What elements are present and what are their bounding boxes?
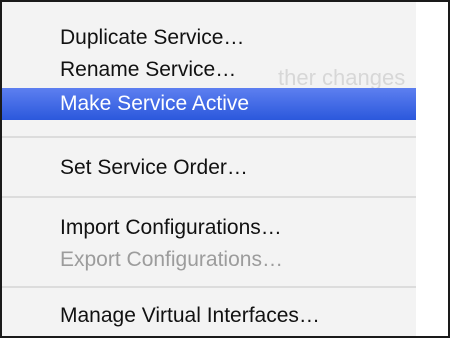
menu-item-set-service-order[interactable]: Set Service Order… xyxy=(2,152,416,184)
screenshot-frame: ther changes Duplicate Service… Rename S… xyxy=(0,0,450,338)
menu-item-export-configurations: Export Configurations… xyxy=(60,248,283,271)
menu-separator xyxy=(2,286,416,288)
menu-item-import-configurations[interactable]: Import Configurations… xyxy=(2,212,416,244)
menu-item-rename-service[interactable]: Rename Service… xyxy=(2,54,416,86)
menu-item-make-service-active[interactable]: Make Service Active xyxy=(2,88,416,120)
menu-separator xyxy=(2,136,416,138)
menu-item-manage-virtual-interfaces[interactable]: Manage Virtual Interfaces… xyxy=(2,300,416,332)
background-area xyxy=(416,2,448,336)
context-menu: ther changes Duplicate Service… Rename S… xyxy=(2,2,416,336)
menu-item-duplicate-service[interactable]: Duplicate Service… xyxy=(2,22,416,54)
menu-separator xyxy=(2,196,416,198)
